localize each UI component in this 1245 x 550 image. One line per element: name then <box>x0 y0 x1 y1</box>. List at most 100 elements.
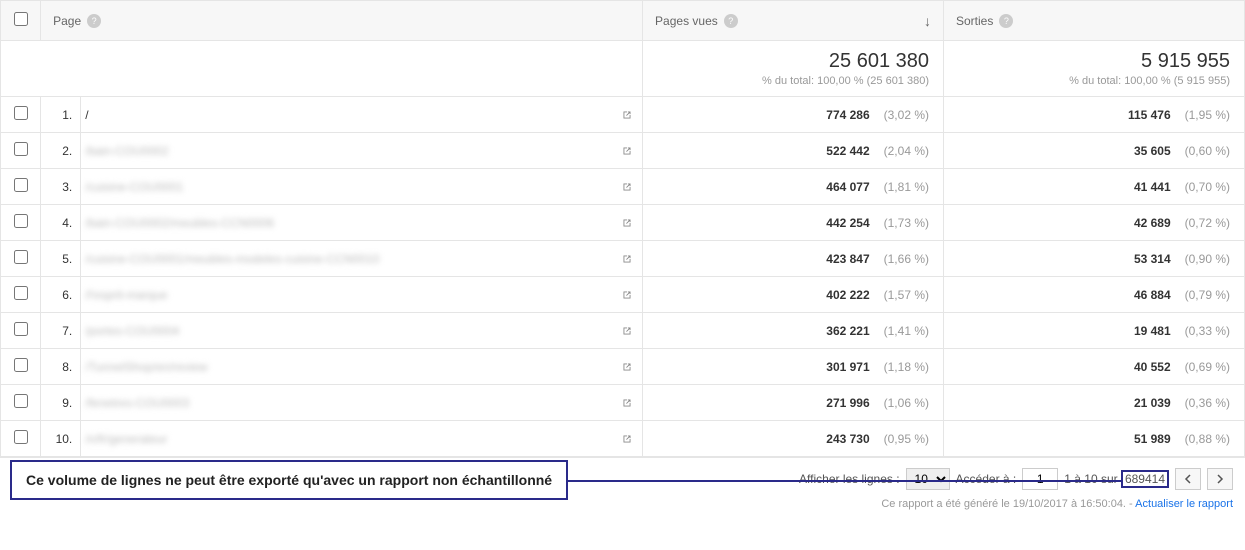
row-checkbox[interactable] <box>14 286 28 300</box>
pageviews-value: 301 971 <box>826 360 869 374</box>
pageviews-pct: (0,95 %) <box>873 432 929 446</box>
exits-pct: (0,90 %) <box>1174 252 1230 266</box>
page-path[interactable]: /portes-COU0004 <box>85 324 614 338</box>
external-link-icon[interactable] <box>620 144 634 158</box>
row-checkbox[interactable] <box>14 142 28 156</box>
annotation-connector <box>568 480 1121 482</box>
external-link-icon[interactable] <box>620 252 634 266</box>
external-link-icon[interactable] <box>620 180 634 194</box>
exits-value: 46 884 <box>1134 288 1171 302</box>
goto-label: Accéder à : <box>956 472 1017 486</box>
exits-value: 42 689 <box>1134 216 1171 230</box>
row-checkbox[interactable] <box>14 322 28 336</box>
table-row: 9. /fenetres-COU0003 271 996 (1,06 %) 21 03… <box>1 385 1245 421</box>
row-number: 6. <box>41 277 81 313</box>
external-link-icon[interactable] <box>620 396 634 410</box>
exits-value: 40 552 <box>1134 360 1171 374</box>
row-number: 4. <box>41 205 81 241</box>
sort-desc-icon: ↓ <box>916 13 931 29</box>
external-link-icon[interactable] <box>620 288 634 302</box>
report-table: Page ? Pages vues ? ↓ Sorties ? <box>0 0 1245 457</box>
row-number: 10. <box>41 421 81 457</box>
exits-value: 51 989 <box>1134 432 1171 446</box>
pageviews-value: 271 996 <box>826 396 869 410</box>
external-link-icon[interactable] <box>620 432 634 446</box>
page-path[interactable]: / <box>85 108 614 122</box>
pageviews-pct: (3,02 %) <box>873 108 929 122</box>
goto-page-input[interactable] <box>1022 468 1058 490</box>
row-checkbox[interactable] <box>14 178 28 192</box>
help-icon[interactable]: ? <box>87 14 101 28</box>
exits-value: 115 476 <box>1128 108 1171 122</box>
help-icon[interactable]: ? <box>999 14 1013 28</box>
summary-row: 25 601 380 % du total: 100,00 % (25 601 … <box>1 41 1245 97</box>
external-link-icon[interactable] <box>620 216 634 230</box>
external-link-icon[interactable] <box>620 360 634 374</box>
page-path[interactable]: /bain-COU0002/meubles-CCN0006 <box>85 216 614 230</box>
exits-pct: (0,79 %) <box>1174 288 1230 302</box>
pageviews-pct: (1,73 %) <box>873 216 929 230</box>
chevron-left-icon <box>1184 474 1192 484</box>
header-exits-label: Sorties <box>956 14 993 28</box>
exits-value: 53 314 <box>1134 252 1171 266</box>
table-row: 2./bain-COU0002522 442 (2,04 %)35 605 (0… <box>1 133 1245 169</box>
exits-value: 19 481 <box>1134 324 1171 338</box>
row-number: 5. <box>41 241 81 277</box>
total-rows-highlight: 689414 <box>1121 470 1169 488</box>
exits-pct: (1,95 %) <box>1174 108 1230 122</box>
header-row: Page ? Pages vues ? ↓ Sorties ? <box>1 1 1245 41</box>
header-page-label: Page <box>53 14 81 28</box>
header-exits[interactable]: Sorties ? <box>944 1 1245 41</box>
page-path[interactable]: /l'esprit-marque <box>85 288 614 302</box>
row-number: 2. <box>41 133 81 169</box>
pageviews-pct: (1,18 %) <box>873 360 929 374</box>
refresh-report-link[interactable]: Actualiser le rapport <box>1135 498 1233 510</box>
exits-value: 41 441 <box>1134 180 1171 194</box>
row-checkbox[interactable] <box>14 358 28 372</box>
exits-value: 35 605 <box>1134 144 1171 158</box>
page-path[interactable]: /TunnelShop/en/review <box>85 360 614 374</box>
select-all-checkbox[interactable] <box>14 12 28 26</box>
exits-value: 21 039 <box>1134 396 1171 410</box>
table-row: 5. /cuisine-COU0001/meubles-modeles-cuisi… <box>1 241 1245 277</box>
show-rows-label: Afficher les lignes : <box>799 472 900 486</box>
row-checkbox[interactable] <box>14 106 28 120</box>
table-row: 6./l'esprit-marque402 222 (1,57 %)46 884… <box>1 277 1245 313</box>
row-number: 7. <box>41 313 81 349</box>
row-number: 1. <box>41 97 81 133</box>
pageviews-pct: (1,06 %) <box>873 396 929 410</box>
help-icon[interactable]: ? <box>724 14 738 28</box>
pageviews-value: 522 442 <box>826 144 869 158</box>
row-checkbox[interactable] <box>14 394 28 408</box>
summary-pageviews-sub: % du total: 100,00 % (25 601 380) <box>657 75 929 87</box>
chevron-right-icon <box>1216 474 1224 484</box>
row-checkbox[interactable] <box>14 214 28 228</box>
pageviews-value: 243 730 <box>826 432 869 446</box>
row-number: 9. <box>41 385 81 421</box>
external-link-icon[interactable] <box>620 324 634 338</box>
summary-pageviews: 25 601 380 <box>657 50 929 73</box>
header-pageviews[interactable]: Pages vues ? ↓ <box>643 1 944 41</box>
table-footer: Ce volume de lignes ne peut être exporté… <box>0 457 1245 516</box>
next-page-button[interactable] <box>1207 468 1233 490</box>
page-path[interactable]: /cuisine-COU0001/meubles-modeles-cuisine… <box>85 252 614 266</box>
page-path[interactable]: /n/fr/generateur <box>85 432 614 446</box>
header-checkbox-cell <box>1 1 41 41</box>
pageviews-pct: (1,57 %) <box>873 288 929 302</box>
exits-pct: (0,70 %) <box>1174 180 1230 194</box>
row-checkbox[interactable] <box>14 250 28 264</box>
prev-page-button[interactable] <box>1175 468 1201 490</box>
table-row: 7./portes-COU0004362 221 (1,41 %)19 481 … <box>1 313 1245 349</box>
table-row: 10. /n/fr/generateur 243 730 (0,95 %) 51 98… <box>1 421 1245 457</box>
pageviews-value: 774 286 <box>826 108 869 122</box>
external-link-icon[interactable] <box>620 108 634 122</box>
header-page[interactable]: Page ? <box>41 1 643 41</box>
rows-per-page-select[interactable]: 10 <box>906 468 950 490</box>
page-path[interactable]: /fenetres-COU0003 <box>85 396 614 410</box>
page-path[interactable]: /bain-COU0002 <box>85 144 614 158</box>
annotation-callout: Ce volume de lignes ne peut être exporté… <box>10 460 568 500</box>
pageviews-value: 442 254 <box>826 216 869 230</box>
row-checkbox[interactable] <box>14 430 28 444</box>
page-path[interactable]: /cuisine-COU0001 <box>85 180 614 194</box>
header-pageviews-label: Pages vues <box>655 14 718 28</box>
